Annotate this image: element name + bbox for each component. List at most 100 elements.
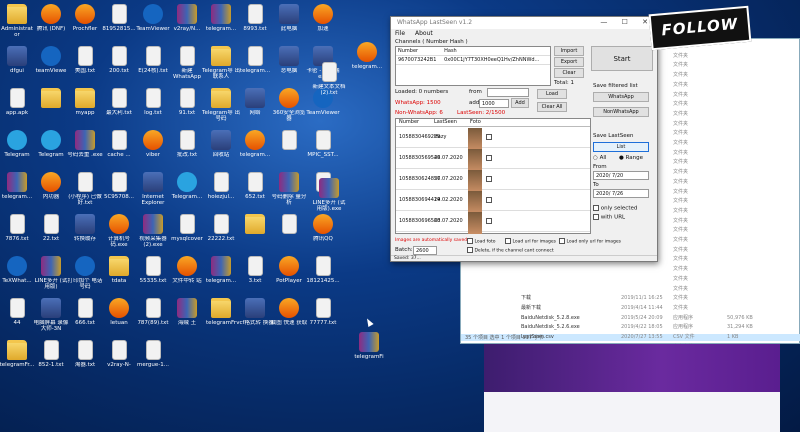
load-url-checkbox[interactable]: Load url for images	[505, 238, 556, 245]
desktop-icon[interactable]: Telegram导 出联系人	[202, 44, 240, 87]
desktop-icon[interactable]: 77777.txt	[304, 296, 342, 339]
desktop-icon[interactable]: 淘器.txt	[66, 338, 104, 381]
desktop-icon[interactable]: telegramFr...	[0, 338, 36, 381]
desktop-icon[interactable]: (小程序) 已做好.txt	[66, 170, 104, 213]
desktop-icon[interactable]: TeamViewer	[134, 2, 172, 45]
result-row[interactable]: 1058830469229 Hazy	[396, 127, 590, 150]
desktop-icon[interactable]: 腾讯 (DNF)	[32, 2, 70, 45]
desktop-icon[interactable]: 此电脑	[270, 2, 308, 45]
radio-range[interactable]: ● Range	[619, 155, 643, 161]
desktop-icon[interactable]: 回收站	[202, 128, 240, 171]
from-input[interactable]	[487, 88, 529, 97]
menu-file[interactable]: File	[395, 30, 405, 37]
desktop-icon[interactable]: LINE多开 (试用版)	[32, 254, 70, 297]
desktop-icon[interactable]: 852-1.txt	[32, 338, 70, 381]
desktop-icon[interactable]: 转换缓存	[66, 212, 104, 255]
file-row[interactable]: 文件夹	[461, 286, 800, 293]
desktop-icon[interactable]: 电脑屏幕 录像大师-3N	[32, 296, 70, 339]
row-checkbox[interactable]	[486, 134, 492, 140]
file-row[interactable]: 下载 2019/11/1 16:25 文件夹	[461, 295, 800, 302]
desktop-icon[interactable]: 最大利.txt	[100, 86, 138, 129]
import-button[interactable]: Import	[554, 46, 584, 56]
desktop-icon[interactable]: 18121425...	[304, 254, 342, 297]
desktop-icon[interactable]: telegram...	[202, 254, 240, 297]
desktop-icon[interactable]: 44	[0, 296, 36, 339]
file-row[interactable]: 文件夹	[461, 276, 800, 283]
list-button[interactable]: List	[593, 142, 649, 152]
desktop-icon[interactable]: 200.txt	[100, 44, 138, 87]
desktop-icon[interactable]: 美国.txt	[66, 44, 104, 87]
desktop-icon[interactable]: 内功器	[32, 170, 70, 213]
desktop-icon[interactable]: E(24核).txt	[134, 44, 172, 87]
file-row[interactable]: BaiduNetdisk_5.2.8.exe 2019/5/24 20:09 应用程…	[461, 315, 800, 322]
window-controls[interactable]: — ☐ ✕	[600, 18, 654, 26]
desktop-icon[interactable]: TeXWhat...	[0, 254, 36, 297]
desktop-icon[interactable]: Internet Explorer	[134, 170, 172, 213]
result-row[interactable]: 1058830694424 19.02.2020	[396, 190, 590, 213]
desktop-icon[interactable]: 网络	[236, 86, 274, 129]
desktop-icon[interactable]	[270, 128, 308, 171]
desktop-icon[interactable]: tdata	[100, 254, 138, 297]
file-row[interactable]: BaiduNetdisk_5.2.6.exe 2019/4/22 18:05 应用程…	[461, 324, 800, 331]
desktop-icon[interactable]: 计算机号 码.exe	[100, 212, 138, 255]
result-row[interactable]: 1058830569549 26.07.2020	[396, 148, 590, 171]
desktop-icon[interactable]: LINE多开 (试用版).exe	[310, 176, 348, 219]
desktop-icon[interactable]: Telegram...	[168, 170, 206, 213]
desktop-icon[interactable]: Telegram	[32, 128, 70, 171]
desktop-icon[interactable]: telegram...	[202, 2, 240, 45]
desktop-icon[interactable]: telegramFr	[202, 296, 240, 339]
desktop-icon[interactable]: 3.txt	[236, 254, 274, 297]
clear-all-button[interactable]: Clear All	[537, 102, 567, 112]
result-row[interactable]: 1058830696560 28.07.2020	[396, 211, 590, 234]
desktop-icon[interactable]: 666.txt	[66, 296, 104, 339]
clear-button[interactable]: Clear	[554, 68, 584, 78]
desktop-icon[interactable]	[236, 212, 274, 255]
desktop-icon[interactable]: app.apk	[0, 86, 36, 129]
load-foto-checkbox[interactable]: Load foto	[467, 238, 496, 245]
only-selected-checkbox[interactable]: only selected	[593, 205, 637, 212]
row-checkbox[interactable]	[486, 176, 492, 182]
desktop-icon[interactable]: telegramFi	[350, 330, 388, 373]
delete-channel-checkbox[interactable]: Delete, if the channel cant connect	[467, 247, 554, 254]
desktop-icon[interactable]: telegram...	[0, 170, 36, 213]
desktop-icon[interactable]: 22222.txt	[202, 212, 240, 255]
desktop-icon[interactable]: 号码去重 .exe	[66, 128, 104, 171]
with-url-checkbox[interactable]: with URL	[593, 214, 625, 221]
load-button[interactable]: Load	[537, 89, 567, 99]
desktop-icon[interactable]: 81952815...	[100, 2, 138, 45]
desktop-icon[interactable]: 新建 WhatsApp	[168, 44, 206, 87]
desktop-icon[interactable]	[32, 86, 70, 129]
radio-all[interactable]: ○ All	[593, 155, 606, 161]
desktop-icon[interactable]: 8993.txt	[236, 2, 274, 45]
desktop-icon[interactable]: 总电脑	[270, 44, 308, 87]
desktop-icon[interactable]: 新建文本文档 (2).txt	[310, 60, 348, 103]
desktop-icon[interactable]: Administrat or	[0, 2, 36, 45]
date-to-picker[interactable]: 2020/ 7/26	[593, 189, 649, 198]
desktop-icon[interactable]: 文件中转 站	[168, 254, 206, 297]
desktop-icon[interactable]: v2ray-N-	[100, 338, 138, 381]
desktop-icon[interactable]: 海贼 王	[168, 296, 206, 339]
desktop-icon[interactable]: Telegram	[0, 128, 36, 171]
start-button[interactable]: Start	[591, 46, 653, 71]
save-nonwhatsapp-button[interactable]: NonWhatsApp	[593, 107, 649, 117]
desktop-icon[interactable]: 号码删除 量分析	[270, 170, 308, 213]
desktop-icon[interactable]: myapp	[66, 86, 104, 129]
desktop-icon[interactable]: 视频采集器 (2).exe	[134, 212, 172, 255]
desktop-icon[interactable]: 787(89).txt	[134, 296, 172, 339]
row-checkbox[interactable]	[486, 218, 492, 224]
desktop-icon[interactable]: telegram...	[236, 128, 274, 171]
batch-input[interactable]: 2600	[413, 246, 437, 255]
desktop-icon[interactable]: PotPlayer	[270, 254, 308, 297]
desktop-icon[interactable]: mergue-1...	[134, 338, 172, 381]
desktop-icon[interactable]: 5C95708...	[100, 170, 138, 213]
desktop-icon[interactable]: letuan	[100, 296, 138, 339]
desktop-icon[interactable]: 批改.txt	[168, 128, 206, 171]
menu-about[interactable]: About	[415, 30, 433, 37]
date-from-picker[interactable]: 2020/ 7/20	[593, 171, 649, 180]
row-checkbox[interactable]	[486, 197, 492, 203]
desktop-icon[interactable]: 截图 快速 获取	[270, 296, 308, 339]
save-whatsapp-button[interactable]: WhatsApp	[593, 92, 649, 102]
add-input[interactable]: 1000	[479, 99, 509, 108]
desktop-icon[interactable]: vcf格式转 换器	[236, 296, 274, 339]
desktop-icon[interactable]: 360安全浏览 器	[270, 86, 308, 129]
